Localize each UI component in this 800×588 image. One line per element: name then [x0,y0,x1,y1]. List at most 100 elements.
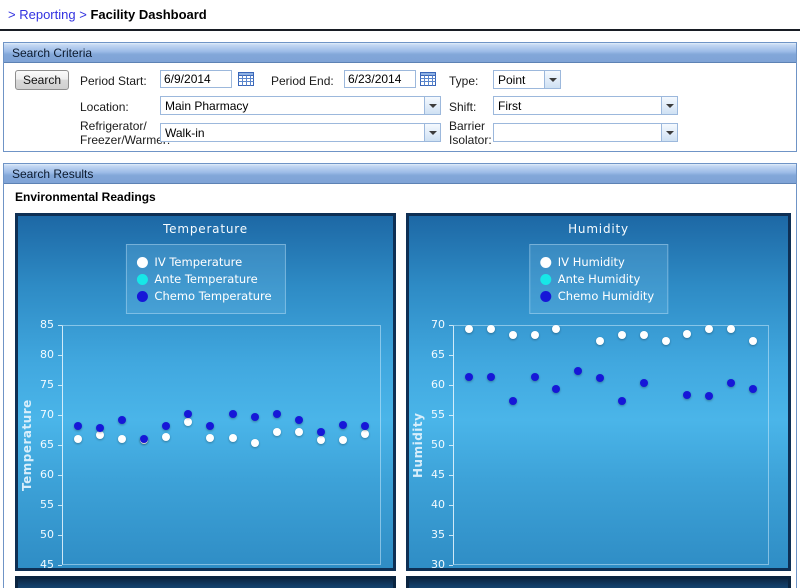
data-point [487,373,495,381]
y-tick-mark [449,445,453,446]
data-point [705,325,713,333]
data-point [273,410,281,418]
y-tick-mark [58,565,62,566]
chevron-down-icon[interactable] [424,124,440,141]
data-point [640,379,648,387]
chevron-down-icon[interactable] [544,71,560,88]
data-point [552,325,560,333]
data-point [618,331,626,339]
period-end-input[interactable] [344,70,416,88]
data-point [251,413,259,421]
page-title: Facility Dashboard [90,7,206,22]
period-end-calendar-icon[interactable] [420,71,436,86]
chevron-down-icon[interactable] [424,97,440,114]
y-tick-mark [449,385,453,386]
y-tick-label: 80 [20,348,54,362]
y-tick-mark [449,505,453,506]
type-label: Type: [449,74,478,88]
period-start-calendar-icon[interactable] [238,71,254,86]
y-tick-mark [449,535,453,536]
refrigerator-label: Refrigerator/ Freezer/Warmer: [80,119,162,147]
period-start-label: Period Start: [80,74,147,88]
y-tick-label: 75 [20,378,54,392]
type-select-value: Point [498,73,542,87]
data-point [749,337,757,345]
data-point [229,434,237,442]
y-tick-label: 35 [411,528,445,542]
legend-label: IV Temperature [154,255,242,269]
location-select-value: Main Pharmacy [165,99,422,113]
chart-legend: IV Humidity Ante Humidity Chemo Humidity [529,244,668,314]
y-tick-label: 70 [411,318,445,332]
y-tick-label: 85 [20,318,54,332]
location-label: Location: [80,100,129,114]
data-point [184,410,192,418]
y-tick-mark [58,475,62,476]
data-point [727,325,735,333]
breadcrumb-link-reporting[interactable]: Reporting [19,7,75,22]
data-point [509,331,517,339]
y-tick-mark [58,505,62,506]
data-point [273,428,281,436]
legend-label: IV Humidity [558,255,625,269]
data-point [74,422,82,430]
data-point [162,422,170,430]
search-results-header: Search Results [4,164,796,184]
legend-item: Ante Humidity [540,272,654,286]
data-point [552,385,560,393]
data-point [596,337,604,345]
data-point [683,391,691,399]
data-point [662,337,670,345]
chart-legend: IV Temperature Ante Temperature Chemo Temp… [125,244,285,314]
legend-swatch [540,291,551,302]
plot-area [62,325,381,565]
period-start-input[interactable] [160,70,232,88]
type-select[interactable]: Point [493,70,561,89]
y-tick-mark [58,445,62,446]
refrigerator-select[interactable]: Walk-in [160,123,441,142]
data-point [118,416,126,424]
legend-item: Ante Temperature [136,272,271,286]
location-select[interactable]: Main Pharmacy [160,96,441,115]
data-point [96,431,104,439]
plot-area [453,325,769,565]
legend-item: IV Temperature [136,255,271,269]
legend-swatch [540,274,551,285]
next-chart-row-cutoff [406,576,791,588]
data-point [206,434,214,442]
y-tick-mark [449,475,453,476]
search-button[interactable]: Search [15,70,69,90]
data-point [184,418,192,426]
y-tick-label: 45 [20,558,54,572]
data-point [295,416,303,424]
legend-label: Chemo Humidity [558,289,654,303]
data-point [727,379,735,387]
y-tick-label: 60 [20,468,54,482]
header-divider [0,29,800,31]
data-point [96,424,104,432]
y-tick-mark [449,565,453,566]
y-tick-label: 40 [411,498,445,512]
legend-swatch [136,257,147,268]
data-point [295,428,303,436]
breadcrumb-arrow: > [8,7,16,22]
chevron-down-icon[interactable] [661,124,677,141]
y-tick-mark [58,415,62,416]
facility-dashboard-screen: > Reporting > Facility Dashboard Search … [0,0,800,588]
data-point [487,325,495,333]
search-criteria-header: Search Criteria [4,43,796,63]
data-point [339,436,347,444]
chevron-down-icon[interactable] [661,97,677,114]
data-point [618,397,626,405]
barrier-isolator-select[interactable] [493,123,678,142]
temperature-chart: Temperature IV Temperature Ante Temperatu… [15,213,396,571]
y-tick-label: 50 [411,438,445,452]
chart-title: Humidity [409,222,788,236]
shift-label: Shift: [449,100,476,114]
shift-select[interactable]: First [493,96,678,115]
y-tick-label: 50 [20,528,54,542]
legend-label: Chemo Temperature [154,289,271,303]
data-point [118,435,126,443]
data-point [509,397,517,405]
chart-title: Temperature [18,222,393,236]
